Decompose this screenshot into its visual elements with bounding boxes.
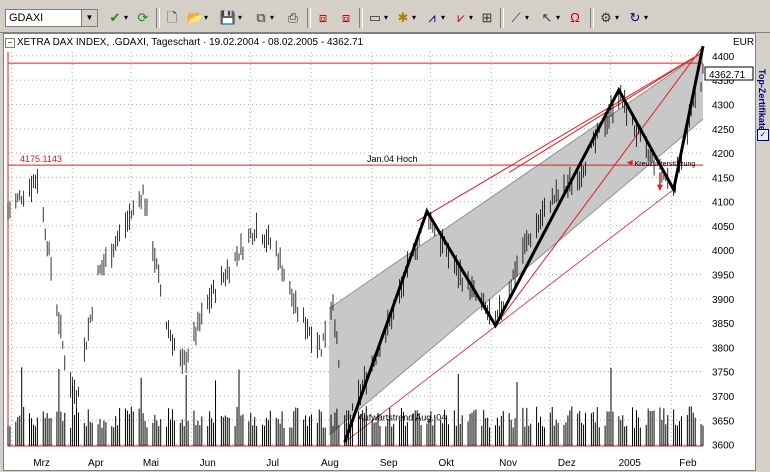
- y-tick-label: 4400: [712, 52, 735, 63]
- y-tick-label: 3800: [712, 343, 735, 354]
- x-tick-label: Nov: [499, 458, 517, 469]
- x-tick-label: Mai: [143, 458, 159, 469]
- annotation-jan-high: Jan.04 Hoch: [367, 154, 418, 164]
- last-price-label: 4362.71: [709, 70, 746, 81]
- x-tick-label: Feb: [679, 458, 697, 469]
- y-tick-label: 4100: [712, 198, 735, 209]
- side-panel: Top-Zertifikate ✓: [756, 33, 770, 471]
- y-tick-label: 4300: [712, 100, 735, 111]
- x-tick-label: 2005: [619, 458, 642, 469]
- y-tick-label: 4200: [712, 149, 735, 160]
- chart-title: XETRA DAX INDEX, .GDAXI, Tageschart · 19…: [17, 37, 364, 48]
- y-tick-label: 3850: [712, 319, 735, 330]
- x-tick-label: Jul: [266, 458, 279, 469]
- arrow-head: [656, 184, 663, 191]
- panel-icon[interactable]: ✓: [757, 129, 769, 141]
- y-tick-label: 4000: [712, 246, 735, 257]
- y-tick-label: 4050: [712, 222, 735, 233]
- y-tick-label: 3900: [712, 295, 735, 306]
- x-tick-label: Okt: [438, 458, 454, 469]
- annotation-trend: Aufwärtstrend Aug. 04: [358, 412, 447, 422]
- collapse-icon[interactable]: −: [5, 38, 15, 48]
- annotation-cross-support: Kreuzunterstützung: [635, 161, 696, 168]
- currency-label: EUR: [733, 37, 755, 48]
- y-tick-label: 3600: [712, 441, 735, 452]
- x-tick-label: Jun: [200, 458, 216, 469]
- x-tick-label: Dez: [558, 458, 576, 469]
- y-tick-label: 3950: [712, 271, 735, 282]
- top-zertifikate-label[interactable]: Top-Zertifikate: [757, 69, 767, 131]
- resistance-label: 4175.1143: [20, 154, 62, 164]
- x-tick-label: Apr: [88, 458, 104, 469]
- x-tick-label: Mrz: [33, 458, 50, 469]
- y-tick-label: 4250: [712, 125, 735, 136]
- x-tick-label: Aug: [321, 458, 339, 469]
- price-chart[interactable]: 3600 3650 3700 3750 3800 3850 3900 3950 4000 4050…: [0, 0, 770, 472]
- y-tick-label: 4150: [712, 173, 735, 184]
- y-tick-label: 3700: [712, 392, 735, 403]
- y-tick-label: 3650: [712, 416, 735, 427]
- y-tick-label: 3750: [712, 368, 735, 379]
- x-tick-label: Sep: [380, 458, 398, 469]
- trend-channel: [329, 52, 703, 435]
